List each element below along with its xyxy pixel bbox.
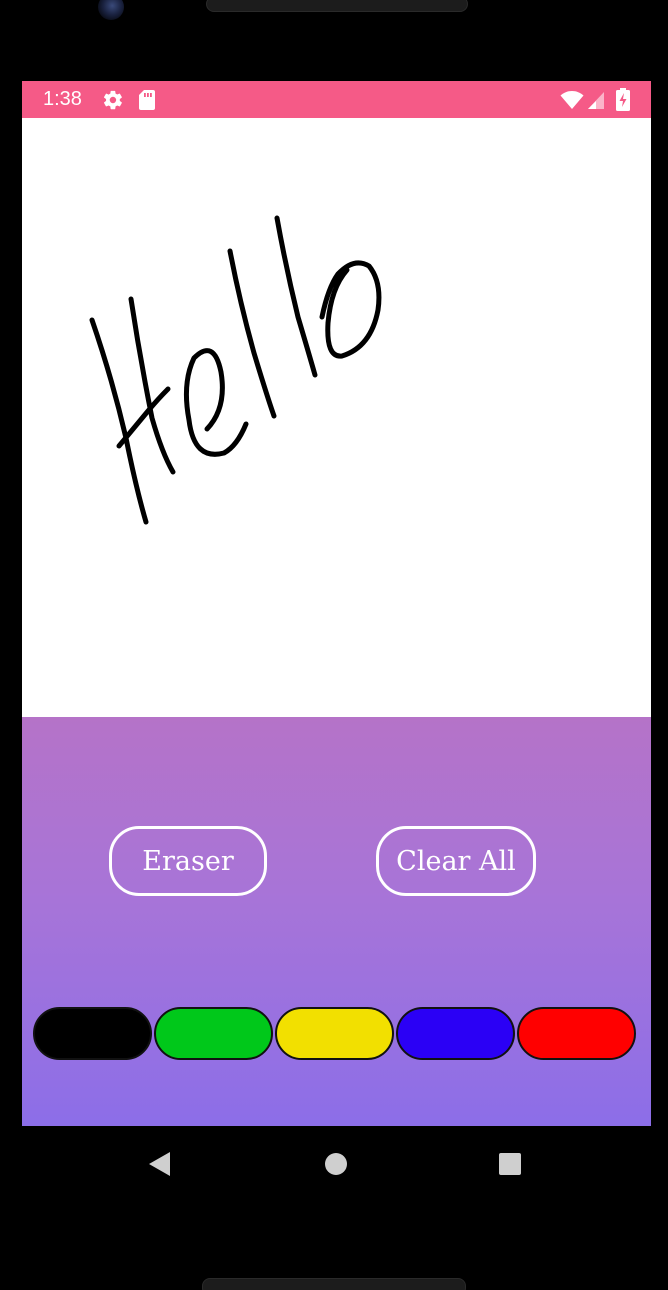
signal-icon [587, 91, 605, 114]
color-swatch-blue[interactable] [396, 1007, 515, 1060]
hello-strokes [89, 215, 382, 525]
battery-charging-icon [616, 88, 630, 115]
device-frame: 1:38 Eraser Clear All [0, 0, 668, 1290]
bottom-speaker [202, 1278, 466, 1290]
stroke-o [319, 260, 382, 359]
stroke-l2 [274, 215, 318, 378]
app-screen: 1:38 Eraser Clear All [22, 81, 651, 1126]
hello-drawing [89, 215, 382, 525]
wifi-icon [560, 90, 584, 114]
status-time: 1:38 [43, 88, 82, 110]
drawing-canvas[interactable] [22, 118, 651, 717]
stroke-l1 [227, 248, 277, 419]
color-swatch-yellow[interactable] [275, 1007, 394, 1060]
gear-icon [102, 89, 124, 115]
stroke-h-right [128, 296, 176, 475]
home-icon[interactable] [324, 1152, 348, 1180]
front-camera [98, 0, 124, 20]
earpiece-speaker [206, 0, 468, 12]
clear-all-button[interactable]: Clear All [376, 826, 536, 896]
eraser-button[interactable]: Eraser [109, 826, 267, 896]
color-swatch-red[interactable] [517, 1007, 636, 1060]
back-icon[interactable] [148, 1151, 172, 1181]
color-swatch-green[interactable] [154, 1007, 273, 1060]
controls-panel: Eraser Clear All [22, 717, 651, 1126]
navigation-bar [0, 1127, 668, 1203]
sd-card-icon [138, 89, 156, 115]
stroke-e [183, 348, 249, 457]
color-swatch-black[interactable] [33, 1007, 152, 1060]
status-bar: 1:38 [22, 81, 651, 118]
recents-icon[interactable] [498, 1152, 522, 1180]
